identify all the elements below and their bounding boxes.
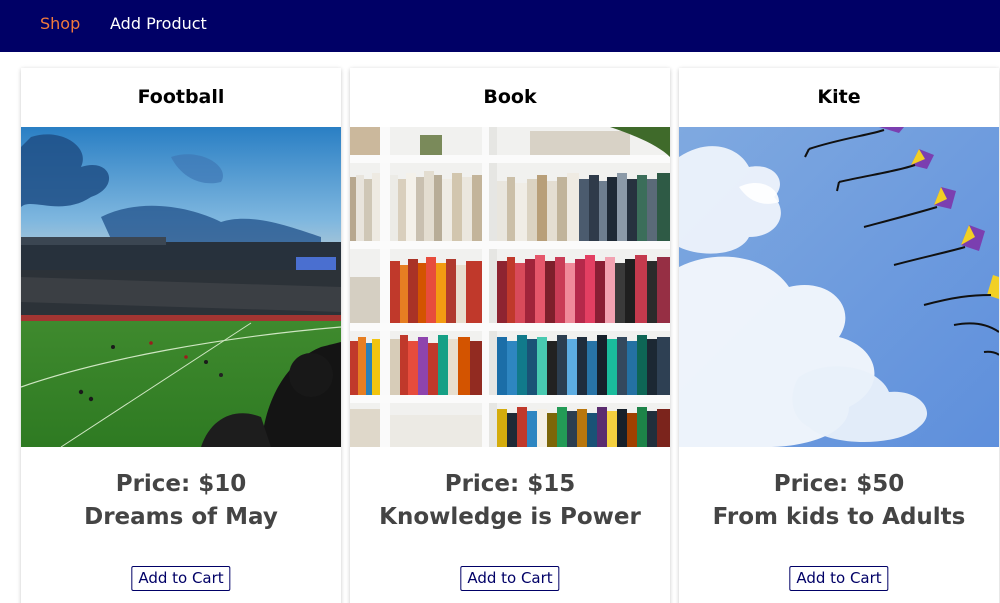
add-to-cart-button[interactable]: Add to Cart bbox=[460, 566, 560, 591]
product-title: Football bbox=[137, 86, 225, 108]
bookshelf-image bbox=[350, 127, 670, 447]
product-description: Knowledge is Power bbox=[379, 504, 641, 530]
product-description: Dreams of May bbox=[84, 504, 278, 530]
product-card-kite: Kite Price: $50 From kids to Adults Add … bbox=[679, 68, 999, 603]
product-price: Price: $10 bbox=[115, 471, 247, 497]
top-navbar: Shop Add Product bbox=[0, 0, 1000, 52]
football-stadium-image bbox=[21, 127, 341, 447]
add-to-cart-button[interactable]: Add to Cart bbox=[789, 566, 889, 591]
kites-in-sky-image bbox=[679, 127, 999, 447]
product-card-book: Book Price: $15 Knowledge is Power Add t… bbox=[350, 68, 670, 603]
product-card-football: Football Price: $10 Dreams of May Add to… bbox=[21, 68, 341, 603]
product-price: Price: $50 bbox=[773, 471, 905, 497]
product-title: Kite bbox=[817, 86, 861, 108]
add-to-cart-button[interactable]: Add to Cart bbox=[131, 566, 231, 591]
nav-shop-link[interactable]: Shop bbox=[40, 14, 80, 33]
product-title: Book bbox=[483, 86, 537, 108]
product-description: From kids to Adults bbox=[712, 504, 966, 530]
product-price: Price: $15 bbox=[444, 471, 576, 497]
nav-add-product-link[interactable]: Add Product bbox=[110, 14, 207, 33]
